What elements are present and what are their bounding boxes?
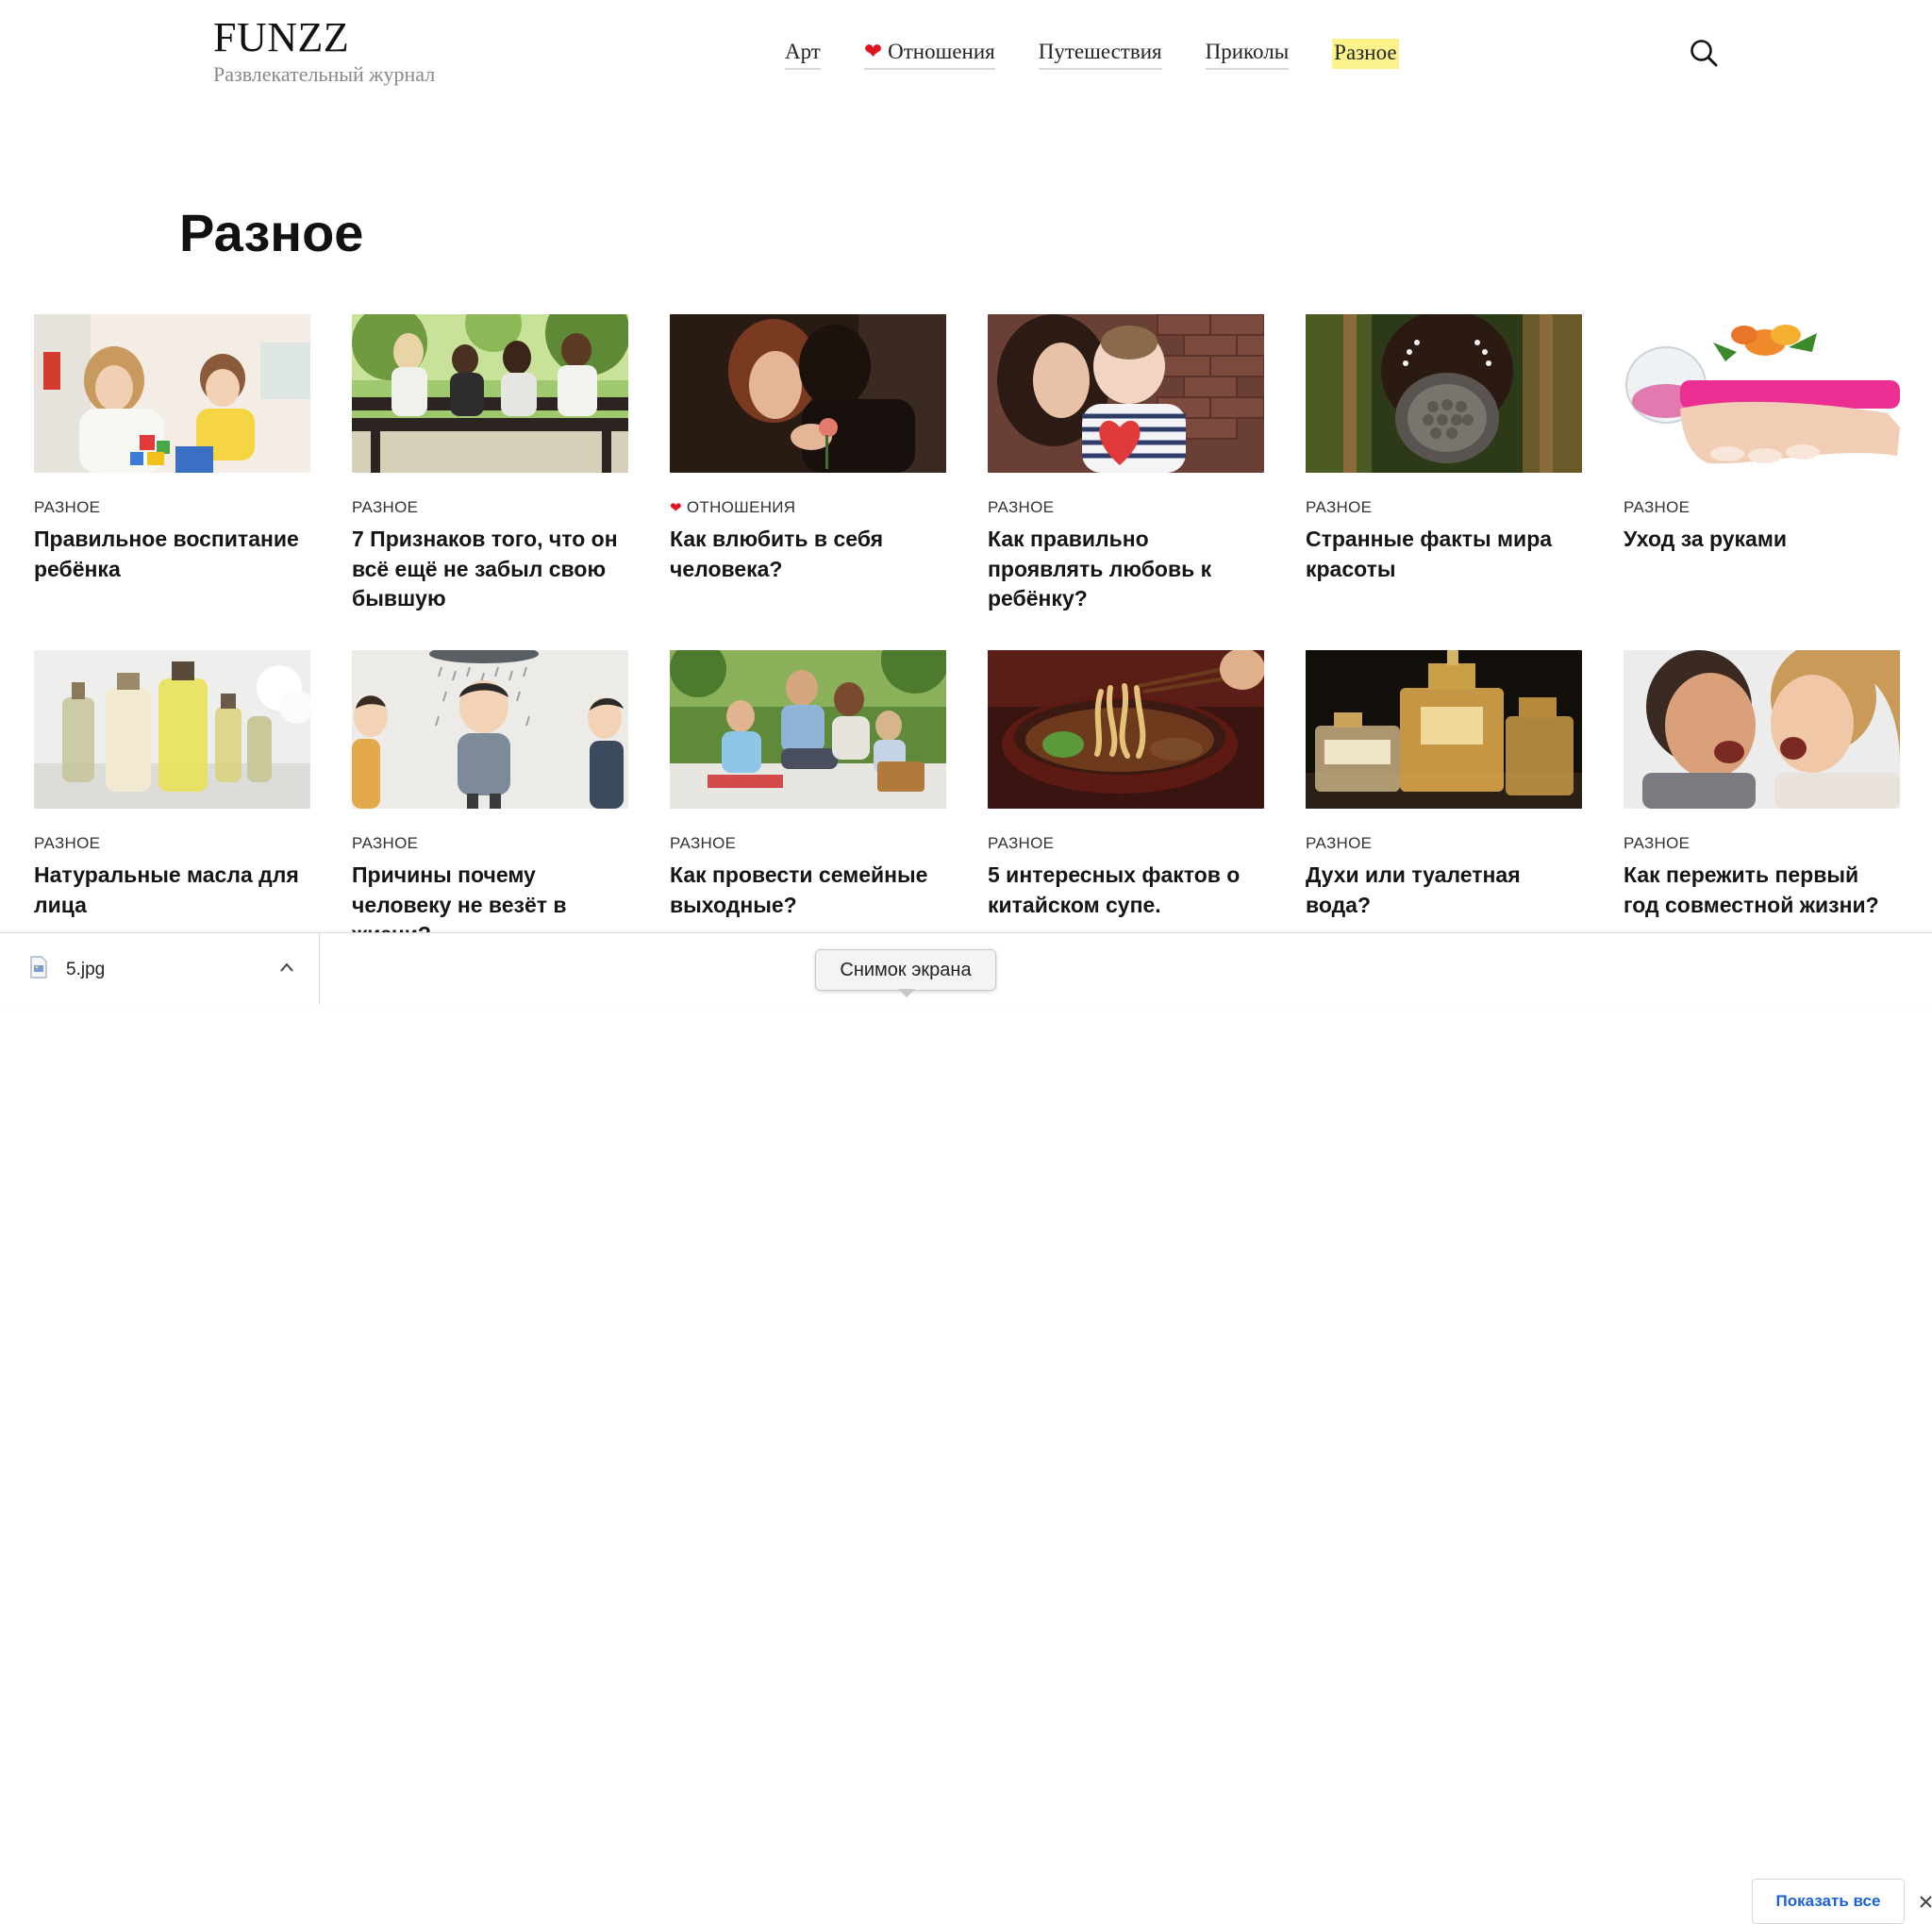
article-category[interactable]: РАЗНОЕ [1624,498,1900,517]
search-button[interactable] [1689,38,1719,68]
category-label: РАЗНОЕ [1306,834,1373,852]
article-card[interactable]: РАЗНОЕ Уход за руками [1624,314,1900,650]
nav-item-label: Отношения [888,40,995,63]
search-icon [1690,40,1718,67]
nav-item-label: Разное [1334,41,1397,64]
article-title[interactable]: 5 интересных фактов о китайском супе. [988,861,1264,920]
category-label: РАЗНОЕ [988,498,1055,516]
article-category[interactable]: РАЗНОЕ [34,834,310,853]
nav-item-label: Приколы [1205,40,1290,63]
article-category[interactable]: ❤ ОТНОШЕНИЯ [670,498,946,517]
article-category[interactable]: РАЗНОЕ [988,834,1264,853]
article-title[interactable]: Правильное воспитание ребёнка [34,525,310,584]
close-icon[interactable] [1919,1894,1932,1909]
article-title[interactable]: Натуральные масла для лица [34,861,310,920]
download-item[interactable]: 5.jpg [0,933,320,1005]
category-label: РАЗНОЕ [352,498,419,516]
article-card[interactable]: РАЗНОЕ 7 Признаков того, что он всё ещё … [352,314,628,650]
article-title[interactable]: Уход за руками [1624,525,1900,555]
article-image[interactable] [1306,650,1582,809]
heart-icon: ❤ [670,499,682,516]
category-label: РАЗНОЕ [34,834,101,852]
article-grid: РАЗНОЕ Правильное воспитание ребёнка РАЗ… [34,314,1902,986]
site-tagline: Развлекательный журнал [213,62,436,86]
category-label: РАЗНОЕ [670,834,737,852]
article-card[interactable]: РАЗНОЕ Странные факты мира красоты [1306,314,1582,650]
article-title[interactable]: Духи или туалетная вода? [1306,861,1582,920]
chevron-up-icon[interactable] [279,962,294,973]
site-header: FUNZZ Развлекательный журнал Арт ❤ Отнош… [0,0,1932,104]
article-image[interactable] [34,650,310,809]
nav-item-travel[interactable]: Путешествия [1038,38,1162,70]
article-image[interactable] [988,650,1264,809]
category-label: РАЗНОЕ [352,834,419,852]
article-category[interactable]: РАЗНОЕ [352,498,628,517]
article-category[interactable]: РАЗНОЕ [1624,834,1900,853]
page-title: Разное [179,203,364,262]
category-label: РАЗНОЕ [988,834,1055,852]
main-nav: Арт ❤ Отношения Путешествия Приколы Разн… [785,38,1442,70]
article-title[interactable]: Как пережить первый год совместной жизни… [1624,861,1900,920]
category-label: РАЗНОЕ [1624,498,1690,516]
article-title[interactable]: 7 Признаков того, что он всё ещё не забы… [352,525,628,614]
article-title[interactable]: Странные факты мира красоты [1306,525,1582,584]
article-image[interactable] [1624,650,1900,809]
category-label: РАЗНОЕ [34,498,101,516]
article-category[interactable]: РАЗНОЕ [988,498,1264,517]
article-category[interactable]: РАЗНОЕ [1306,834,1582,853]
category-label: ОТНОШЕНИЯ [686,498,796,516]
article-image[interactable] [34,314,310,473]
nav-item-label: Путешествия [1038,40,1162,63]
show-all-button[interactable]: Показать все [1752,1879,1905,1924]
article-card[interactable]: РАЗНОЕ Правильное воспитание ребёнка [34,314,310,650]
article-card[interactable]: РАЗНОЕ Как правильно проявлять любовь к … [988,314,1264,650]
article-image[interactable] [988,314,1264,473]
download-file-name: 5.jpg [66,960,106,979]
screenshot-tooltip: Снимок экрана [815,949,996,991]
article-title[interactable]: Как правильно проявлять любовь к ребёнку… [988,525,1264,614]
article-image[interactable] [1624,314,1900,473]
article-image[interactable] [670,314,946,473]
category-label: РАЗНОЕ [1624,834,1690,852]
site-logo[interactable]: FUNZZ [213,13,349,61]
article-category[interactable]: РАЗНОЕ [352,834,628,853]
article-row: РАЗНОЕ Правильное воспитание ребёнка РАЗ… [34,314,1902,650]
article-category[interactable]: РАЗНОЕ [1306,498,1582,517]
article-image[interactable] [1306,314,1582,473]
image-file-icon [30,956,47,979]
article-title[interactable]: Как влюбить в себя человека? [670,525,946,584]
article-image[interactable] [352,314,628,473]
tooltip-tail [898,989,915,997]
nav-item-relationships[interactable]: ❤ Отношения [863,38,995,70]
nav-item-misc[interactable]: Разное [1332,39,1399,69]
article-category[interactable]: РАЗНОЕ [670,834,946,853]
article-category[interactable]: РАЗНОЕ [34,498,310,517]
nav-item-jokes[interactable]: Приколы [1205,38,1290,70]
nav-item-art[interactable]: Арт [785,38,821,70]
article-card[interactable]: ❤ ОТНОШЕНИЯ Как влюбить в себя человека? [670,314,946,650]
article-title[interactable]: Как провести семейные выходные? [670,861,946,920]
nav-item-label: Арт [785,40,821,63]
heart-icon: ❤ [863,40,883,64]
article-image[interactable] [352,650,628,809]
category-label: РАЗНОЕ [1306,498,1373,516]
article-image[interactable] [670,650,946,809]
